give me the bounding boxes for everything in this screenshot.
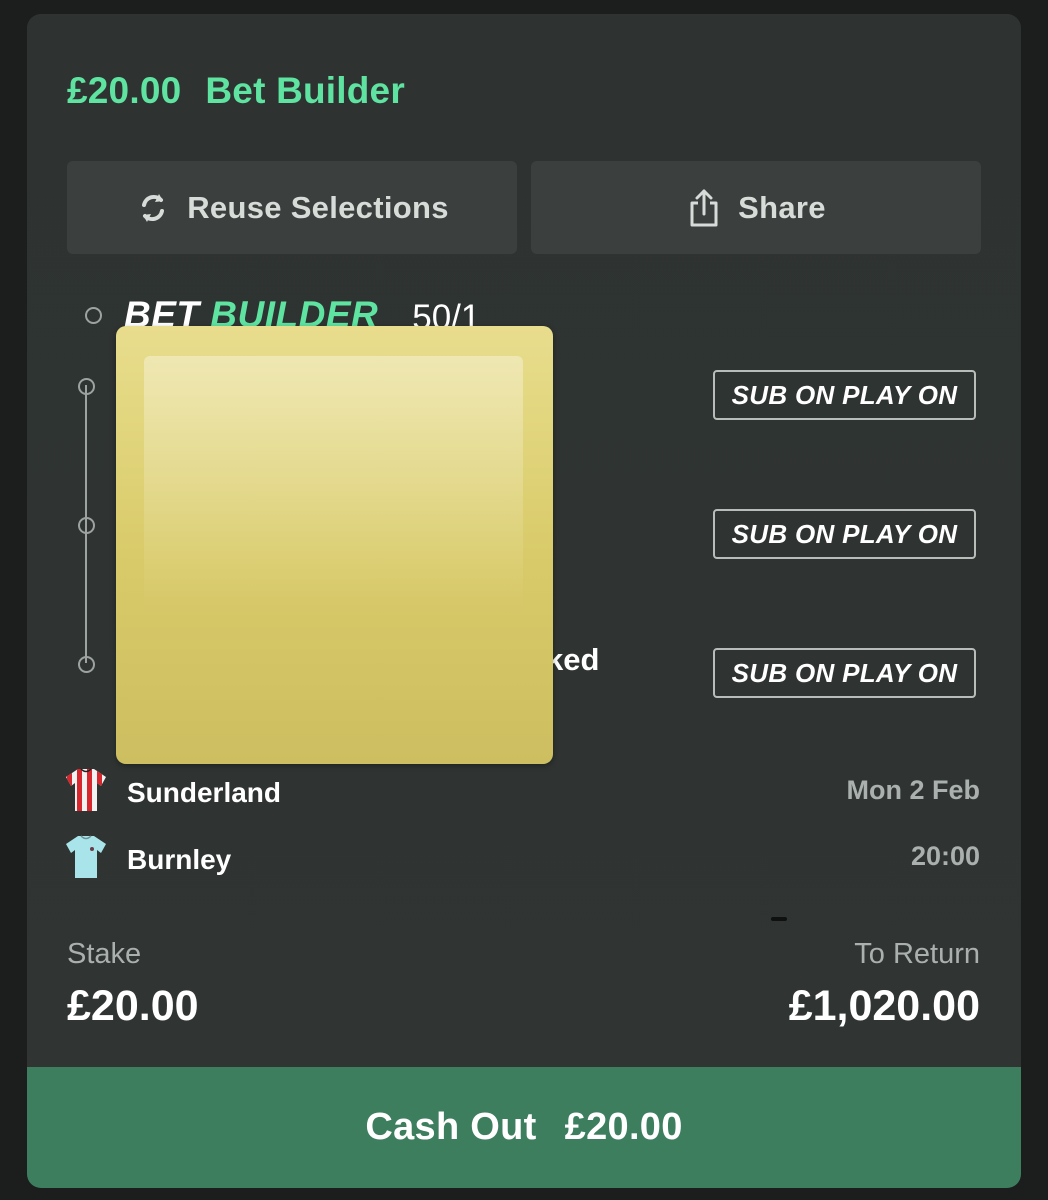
- leg-dot: [78, 517, 95, 534]
- refresh-icon: [135, 190, 171, 226]
- redaction-sticker: [116, 326, 553, 764]
- cash-out-button[interactable]: Cash Out £20.00: [27, 1067, 1021, 1188]
- leg-text-fragment: ked: [546, 642, 600, 677]
- to-return-label: To Return: [854, 938, 980, 970]
- bet-amount: £20.00: [67, 70, 182, 111]
- home-team-name: Sunderland: [127, 776, 282, 808]
- redaction-shine: [144, 356, 523, 616]
- match-time: 20:00: [910, 841, 980, 871]
- match-date: Mon 2 Feb: [846, 775, 981, 805]
- stake-label: Stake: [67, 938, 142, 970]
- divider-mark: [771, 917, 787, 921]
- bet-card: £20.00 Bet Builder Reuse Selections Share…: [27, 14, 1021, 1188]
- leg-dot: [78, 656, 95, 673]
- light-blue-shirt-icon: [65, 834, 107, 885]
- stake-value: £20.00: [67, 982, 199, 1030]
- cash-out-amount: £20.00: [564, 1106, 683, 1148]
- to-return-value: £1,020.00: [788, 982, 980, 1030]
- cash-out-label: Cash Out: [365, 1106, 537, 1148]
- share-button[interactable]: Share: [531, 161, 981, 254]
- sub-on-play-on-badge: SUB ON PLAY ON: [713, 509, 976, 559]
- leg-dot: [78, 378, 95, 395]
- bet-header: £20.00 Bet Builder: [67, 70, 405, 112]
- away-team-row: Burnley: [65, 834, 231, 885]
- reuse-selections-label: Reuse Selections: [187, 189, 449, 225]
- home-team-row: Sunderland: [65, 767, 281, 818]
- share-icon: [686, 188, 722, 228]
- reuse-selections-button[interactable]: Reuse Selections: [67, 161, 517, 254]
- sub-on-play-on-badge: SUB ON PLAY ON: [713, 648, 976, 698]
- bet-builder-dot: [85, 306, 102, 324]
- share-label: Share: [738, 189, 826, 225]
- away-team-name: Burnley: [127, 843, 232, 875]
- sub-on-play-on-badge: SUB ON PLAY ON: [713, 370, 976, 420]
- red-white-striped-shirt-icon: [65, 767, 107, 818]
- bet-type: Bet Builder: [205, 70, 405, 111]
